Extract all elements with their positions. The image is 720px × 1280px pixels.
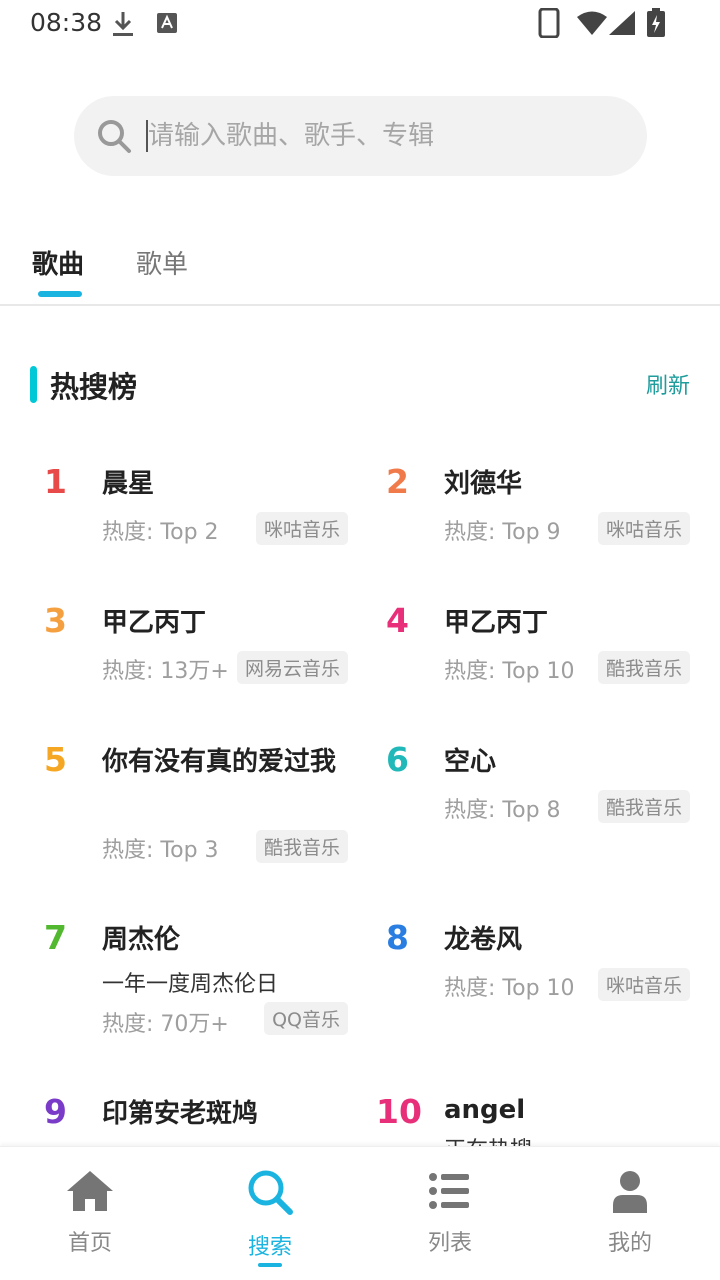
status-bar: 08:38 xyxy=(0,0,720,48)
hot-search-item[interactable]: 5 你有没有真的爱过我 热度: Top 3 酷我音乐 xyxy=(44,740,374,870)
signal-icon xyxy=(608,10,636,40)
item-heat: 热度: Top 10 xyxy=(444,976,575,1001)
item-name: angel xyxy=(444,1095,526,1125)
item-heat: 热度: Top 3 xyxy=(102,838,219,863)
rank-number: 8 xyxy=(386,918,409,957)
bottom-nav: 首页 搜索 列表 我的 xyxy=(0,1146,720,1280)
rank-number: 7 xyxy=(44,918,67,957)
phone-icon xyxy=(538,7,560,42)
item-subtitle: 正在热搜 xyxy=(444,1132,532,1146)
item-name: 印第安老斑鸠 xyxy=(102,1099,259,1129)
rank-number: 2 xyxy=(386,462,409,501)
source-badge: QQ音乐 xyxy=(264,1002,348,1035)
home-icon xyxy=(65,1169,115,1217)
battery-charging-icon xyxy=(646,8,666,42)
search-icon xyxy=(245,1167,295,1221)
tab-playlists[interactable]: 歌单 xyxy=(136,244,188,281)
hot-search-item[interactable]: 4 甲乙丙丁 热度: Top 10 酷我音乐 xyxy=(386,601,716,691)
item-name: 刘德华 xyxy=(444,469,523,499)
rank-number: 3 xyxy=(44,601,67,640)
keyboard-a-icon xyxy=(156,12,178,38)
source-badge: 咪咕音乐 xyxy=(255,512,348,545)
item-name: 空心 xyxy=(444,747,497,777)
nav-search[interactable]: 搜索 xyxy=(180,1147,360,1280)
nav-label: 搜索 xyxy=(247,1235,292,1260)
rank-number: 5 xyxy=(44,740,67,779)
source-badge: 咪咕音乐 xyxy=(597,512,690,545)
rank-number: 1 xyxy=(44,462,67,501)
source-badge: 网易云音乐 xyxy=(236,651,348,684)
item-name: 龙卷风 xyxy=(444,925,523,955)
item-name: 甲乙丙丁 xyxy=(444,608,549,638)
item-subtitle: 一年一度周杰伦日 xyxy=(102,972,279,997)
tab-bar: 歌曲 歌单 xyxy=(0,226,720,306)
item-name: 周杰伦 xyxy=(102,925,181,955)
hot-search-item[interactable]: 10 angel 正在热搜 xyxy=(376,1092,706,1146)
item-name: 晨星 xyxy=(102,469,155,499)
item-name: 甲乙丙丁 xyxy=(102,608,207,638)
hot-search-item[interactable]: 1 晨星 热度: Top 2 咪咕音乐 xyxy=(44,462,374,552)
source-badge: 酷我音乐 xyxy=(597,651,690,684)
item-heat: 热度: Top 9 xyxy=(444,520,561,545)
status-time: 08:38 xyxy=(30,8,103,37)
download-icon xyxy=(110,10,136,42)
profile-icon xyxy=(605,1169,655,1217)
search-input[interactable] xyxy=(148,96,618,176)
hot-search-item[interactable]: 7 周杰伦 一年一度周杰伦日 热度: 70万+ QQ音乐 xyxy=(44,918,374,1038)
refresh-button[interactable]: 刷新 xyxy=(646,368,690,400)
nav-home[interactable]: 首页 xyxy=(0,1147,180,1280)
source-badge: 咪咕音乐 xyxy=(597,968,690,1001)
nav-profile[interactable]: 我的 xyxy=(540,1147,720,1280)
hot-search-title: 热搜榜 xyxy=(50,370,138,404)
nav-label: 首页 xyxy=(67,1231,112,1256)
hot-search-item[interactable]: 9 印第安老斑鸠 xyxy=(44,1092,374,1146)
rank-number: 4 xyxy=(386,601,409,640)
rank-number: 6 xyxy=(386,740,409,779)
item-heat: 热度: Top 2 xyxy=(102,520,219,545)
item-heat: 热度: 70万+ xyxy=(102,1012,229,1037)
source-badge: 酷我音乐 xyxy=(255,830,348,863)
source-badge: 酷我音乐 xyxy=(597,790,690,823)
hot-search-item[interactable]: 8 龙卷风 热度: Top 10 咪咕音乐 xyxy=(386,918,716,1008)
list-icon xyxy=(425,1169,475,1217)
search-box[interactable] xyxy=(74,96,647,176)
nav-list[interactable]: 列表 xyxy=(360,1147,540,1280)
active-tab-indicator xyxy=(38,291,82,297)
nav-label: 列表 xyxy=(427,1231,472,1256)
item-heat: 热度: Top 8 xyxy=(444,798,561,823)
hot-search-item[interactable]: 3 甲乙丙丁 热度: 13万+ 网易云音乐 xyxy=(44,601,374,691)
item-heat: 热度: 13万+ xyxy=(102,659,229,684)
rank-number: 9 xyxy=(44,1092,67,1131)
item-heat: 热度: Top 10 xyxy=(444,659,575,684)
wifi-icon xyxy=(576,10,608,40)
search-icon xyxy=(96,118,132,158)
section-accent-bar xyxy=(30,366,37,403)
tab-songs[interactable]: 歌曲 xyxy=(32,244,84,281)
rank-number: 10 xyxy=(376,1092,422,1131)
hot-search-item[interactable]: 2 刘德华 热度: Top 9 咪咕音乐 xyxy=(386,462,716,552)
active-nav-indicator xyxy=(258,1263,282,1267)
item-name: 你有没有真的爱过我 xyxy=(102,747,337,777)
nav-label: 我的 xyxy=(607,1231,652,1256)
hot-search-item[interactable]: 6 空心 热度: Top 8 酷我音乐 xyxy=(386,740,716,830)
